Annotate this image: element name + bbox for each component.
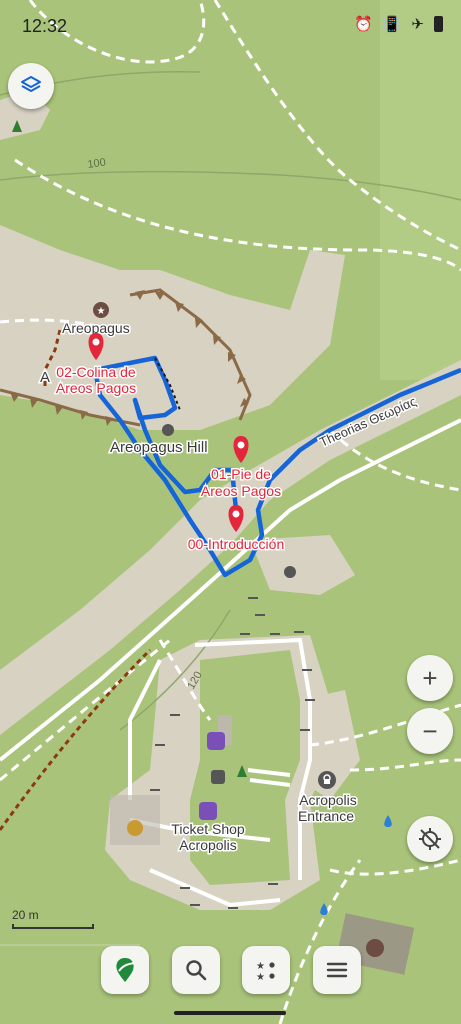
zoom-out-button[interactable]: −: [407, 708, 453, 754]
zoom-in-label: +: [422, 662, 438, 693]
gesture-nav-bar[interactable]: [174, 1011, 286, 1015]
vibrate-icon: 📳: [382, 15, 402, 33]
scale-line: [12, 924, 94, 929]
toilets-icon[interactable]: [366, 939, 384, 957]
stars-icon: ★ ★: [256, 961, 275, 983]
location-disabled-icon: [419, 828, 441, 850]
waypoint-label-01-line2: Areos Pagos: [201, 483, 281, 499]
my-location-button[interactable]: [407, 816, 453, 862]
shop-icon[interactable]: [199, 802, 217, 820]
menu-icon: [326, 962, 348, 978]
label-acropolis-entrance-2: Entrance: [298, 808, 354, 824]
status-bar: 12:32 ⏰ 📳 ✈: [0, 0, 461, 52]
label-areopagus-hill: Areopagus Hill: [110, 439, 208, 456]
favorites-button[interactable]: ★ ★: [242, 946, 290, 994]
contour-label-100: 100: [87, 157, 107, 171]
gift-icon[interactable]: [207, 732, 225, 750]
camera-icon: [284, 566, 296, 578]
atm-icon[interactable]: [127, 820, 143, 836]
label-ticket-shop-2: Acropolis: [179, 837, 237, 853]
info-icon: [162, 424, 174, 436]
label-acropolis-entrance-1: Acropolis: [299, 792, 357, 808]
battery-icon: [434, 16, 443, 32]
airplane-mode-icon: ✈: [411, 15, 424, 33]
search-button[interactable]: [172, 946, 220, 994]
waypoint-label-02-line1: 02-Colina de: [56, 364, 136, 380]
waypoint-label-00: 00-Introducción: [188, 536, 285, 552]
map-canvas[interactable]: ★ Areopagus A Areopagus Hill Acropolis E…: [0, 0, 461, 1024]
scale-bar: 20 m: [12, 908, 94, 929]
waypoint-label-01-line1: 01-Pie de: [211, 466, 271, 482]
trail-logo-icon: [116, 958, 135, 982]
alarm-icon: ⏰: [354, 15, 373, 33]
layers-icon: [21, 76, 41, 92]
waypoint-label-02-line2: Areos Pagos: [56, 380, 136, 396]
scale-label: 20 m: [12, 908, 39, 922]
status-time: 12:32: [22, 16, 68, 36]
app-logo-button[interactable]: [101, 946, 149, 994]
museum-icon: [211, 770, 225, 784]
label-partial: A: [40, 369, 50, 386]
svg-text:★: ★: [97, 306, 106, 317]
zoom-out-label: −: [422, 715, 438, 746]
layers-button[interactable]: [8, 63, 54, 109]
svg-text:★: ★: [256, 972, 265, 983]
label-ticket-shop-1: Ticket Shop: [171, 821, 245, 837]
search-icon: [186, 960, 207, 981]
svg-text:★: ★: [256, 961, 265, 972]
zoom-in-button[interactable]: +: [407, 655, 453, 701]
menu-button[interactable]: [313, 946, 361, 994]
